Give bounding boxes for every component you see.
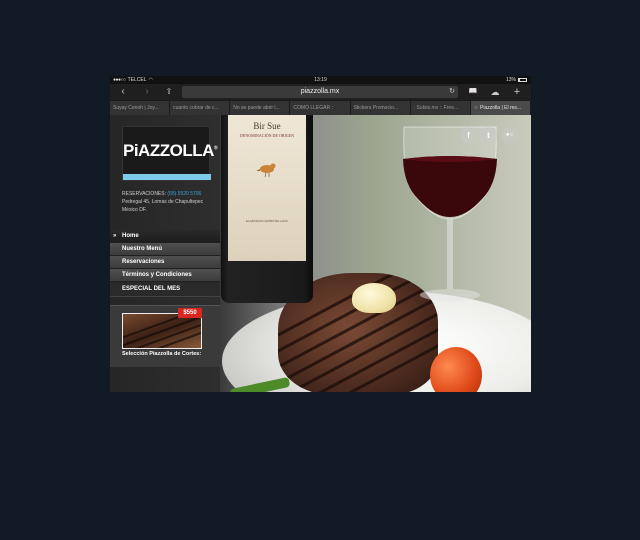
tab-5[interactable]: : Sutsis.mx :: Free... [410, 101, 471, 115]
browser-toolbar: ‹ › ⇪ piazzolla.mx ↻ 📖 ☁ + [110, 84, 531, 100]
address-bar[interactable]: piazzolla.mx ↻ [182, 86, 458, 98]
twitter-icon[interactable]: t [480, 127, 497, 144]
logo-text: PiAZZOLLA [123, 141, 214, 160]
facebook-icon[interactable]: f [460, 127, 477, 144]
nav-label: Términos y Condiciones [122, 272, 192, 278]
main-nav: » Home Nuestro Menú Reservaciones Términ… [110, 230, 220, 297]
tab-label: cuanto cobrar de c... [173, 105, 219, 111]
tab-label: COMO LLEGAR : [293, 105, 333, 111]
nav-terminos[interactable]: Términos y Condiciones [110, 269, 220, 282]
bottle-brand: Bir Sue [253, 121, 281, 131]
nav-label: Home [122, 233, 139, 239]
tab-label: Suyay Cenoh | Joy... [113, 105, 159, 111]
tab-bar: Suyay Cenoh | Joy... cuanto cobrar de c.… [110, 101, 531, 115]
tab-label: No se puede abrir l... [233, 105, 280, 111]
tab-4[interactable]: Stickers Promocio... [350, 101, 411, 115]
url-text: piazzolla.mx [300, 88, 340, 95]
bookmarks-button[interactable]: 📖 [466, 86, 480, 98]
tab-2[interactable]: No se puede abrir l... [230, 101, 291, 115]
bird-icon [256, 163, 276, 177]
reservations-label: RESERVACIONES: [122, 191, 166, 197]
special-of-month-heading: ESPECIAL DEL MES [110, 282, 220, 297]
nav-nuestro-menu[interactable]: Nuestro Menú [110, 243, 220, 256]
status-bar: ●●●○○ TELCEL ◠ 13:19 13% [110, 76, 531, 84]
bottle-subtitle: DENOMINACIÓN DE ORIGEN [240, 133, 294, 138]
site-sidebar: PiAZZOLLA® RESERVACIONES: (55) 5520 5706… [110, 115, 220, 392]
nav-label: Reservaciones [122, 259, 165, 265]
tab-1[interactable]: cuanto cobrar de c... [170, 101, 231, 115]
promo-image[interactable] [122, 313, 202, 349]
battery-info: 13% [506, 76, 527, 84]
promo-card[interactable]: $550 Selección Piazzolla de Cortes: [110, 305, 220, 367]
tab-6-active[interactable]: ⊗ Piazzolla | El res... [470, 101, 531, 115]
bottle-small-text: ELABORADO EMBOTELLADO [245, 219, 288, 223]
ipad-screen: ●●●○○ TELCEL ◠ 13:19 13% ‹ › ⇪ piazzolla… [110, 76, 531, 392]
back-button[interactable]: ‹ [116, 86, 130, 98]
registered-mark: ® [213, 145, 218, 152]
battery-icon [518, 78, 527, 82]
promo-price-badge: $550 [178, 308, 202, 318]
tab-close-icon[interactable]: ⊗ [474, 105, 478, 111]
tab-label: Stickers Promocio... [353, 105, 399, 111]
site-logo[interactable]: PiAZZOLLA® [122, 126, 218, 181]
promo-caption[interactable]: Selección Piazzolla de Cortes: [122, 350, 218, 358]
address-line-1: Pedregal 45, Lomas de Chapultepec [122, 199, 204, 205]
tab-label: : Sutsis.mx :: Free... [413, 105, 459, 111]
butter [352, 283, 396, 313]
wine-bottle: Bir Sue DENOMINACIÓN DE ORIGEN ELABORADO… [221, 115, 313, 303]
reservations-phone[interactable]: (55) 5520 5706 [167, 191, 201, 197]
bottle-label: Bir Sue DENOMINACIÓN DE ORIGEN ELABORADO… [228, 115, 306, 261]
nav-arrow-icon: » [113, 233, 117, 239]
reload-icon[interactable]: ↻ [449, 86, 455, 98]
nav-label: Nuestro Menú [122, 246, 163, 252]
contact-info: RESERVACIONES: (55) 5520 5706 Pedregal 4… [122, 190, 218, 214]
icloud-tabs-button[interactable]: ☁ [488, 86, 502, 98]
status-time: 13:19 [314, 77, 327, 83]
wine-glass [403, 126, 497, 301]
address-line-2: México DF. [122, 207, 147, 213]
logo-accent-bar [123, 174, 211, 180]
tab-3[interactable]: COMO LLEGAR : [290, 101, 351, 115]
tab-0[interactable]: Suyay Cenoh | Joy... [110, 101, 171, 115]
tab-label: Piazzolla | El res... [480, 105, 522, 111]
web-page: Bir Sue DENOMINACIÓN DE ORIGEN ELABORADO… [110, 115, 531, 392]
nav-reservaciones[interactable]: Reservaciones [110, 256, 220, 269]
share-button[interactable]: ⇪ [162, 86, 176, 98]
forward-button[interactable]: › [140, 86, 154, 98]
flickr-icon[interactable]: ●○ [501, 127, 518, 144]
battery-percent: 13% [505, 77, 516, 83]
nav-home[interactable]: » Home [110, 230, 220, 243]
new-tab-button[interactable]: + [510, 86, 524, 98]
